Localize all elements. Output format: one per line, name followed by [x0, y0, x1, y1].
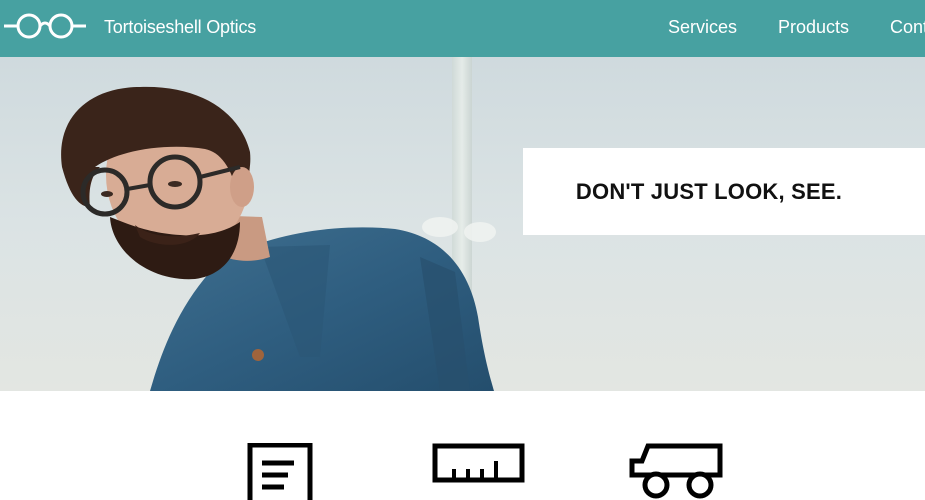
ruler-icon[interactable] — [432, 443, 525, 483]
truck-icon[interactable] — [628, 443, 724, 500]
site-header: Tortoiseshell Optics Services Products C… — [0, 0, 925, 57]
hero-banner: DON'T JUST LOOK, SEE. — [0, 57, 925, 391]
nav-link-services[interactable]: Services — [668, 17, 737, 38]
nav-link-contact[interactable]: Cont — [890, 17, 925, 38]
document-icon[interactable] — [246, 443, 314, 500]
features-row — [0, 391, 925, 500]
tagline-box: DON'T JUST LOOK, SEE. — [523, 148, 925, 235]
main-nav: Services Products Cont — [0, 17, 925, 41]
hero-tagline: DON'T JUST LOOK, SEE. — [575, 178, 843, 204]
nav-link-products[interactable]: Products — [778, 17, 849, 38]
